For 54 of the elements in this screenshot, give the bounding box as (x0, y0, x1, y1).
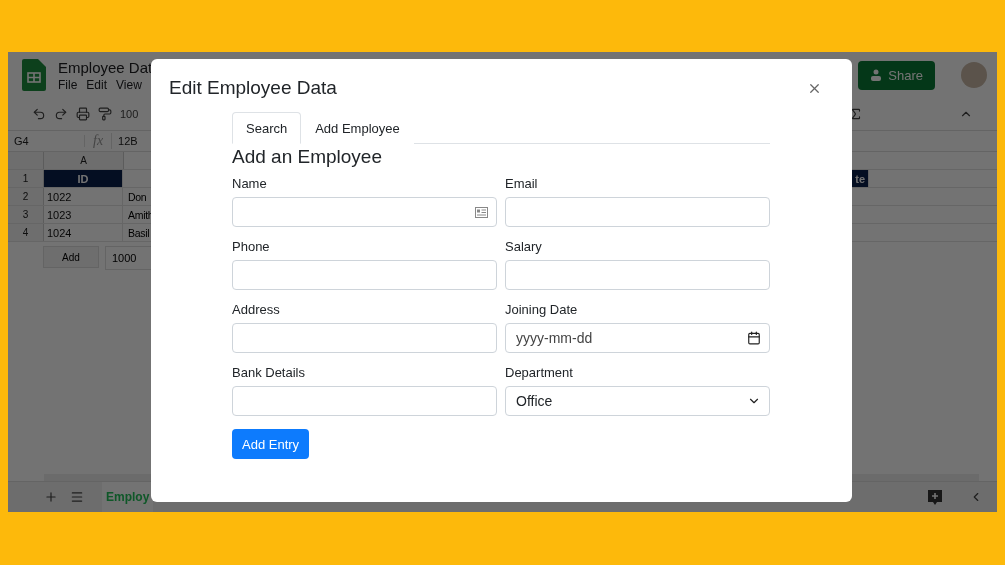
add-entry-button[interactable]: Add Entry (232, 429, 310, 459)
field-label: Bank Details (232, 365, 306, 380)
header-cell: ID (44, 170, 123, 187)
table-cell-text: Basil (127, 226, 150, 239)
row-number: 4 (8, 224, 44, 241)
field-label: Phone (232, 239, 271, 254)
menu-item[interactable]: File (58, 77, 78, 92)
tab[interactable]: Search (232, 112, 302, 144)
add-sheet-icon[interactable] (44, 490, 58, 504)
row-number: 1 (8, 170, 44, 187)
department-select[interactable]: Office (505, 386, 770, 416)
date-input[interactable]: yyyy-mm-dd (516, 330, 747, 346)
date-field[interactable]: yyyy-mm-dd (505, 323, 770, 353)
input-field[interactable] (505, 260, 770, 290)
redo-icon[interactable] (54, 107, 68, 121)
table-cell: 1023 (44, 206, 123, 223)
row-number: 3 (8, 206, 44, 223)
field-label: Email (505, 176, 539, 191)
dialog-title: Edit Employee Data (169, 77, 337, 99)
form-heading: Add an Employee (232, 146, 383, 168)
field-label: Department (505, 365, 574, 380)
field-label: Salary (505, 239, 543, 254)
share-button[interactable]: Share (858, 60, 935, 90)
table-cell: 1022 (44, 188, 123, 205)
sum-icon[interactable] (849, 107, 863, 121)
input-field[interactable] (232, 323, 497, 353)
add-button[interactable]: Add (43, 246, 99, 268)
column-header: A (44, 152, 124, 169)
paint-format-icon[interactable] (98, 107, 112, 121)
document-title: Employee Dat (58, 58, 154, 76)
input-field[interactable] (505, 197, 770, 227)
contact-card-icon[interactable] (475, 206, 488, 218)
input-field[interactable] (232, 386, 497, 416)
field-label: Joining Date (505, 302, 579, 317)
print-icon[interactable] (76, 107, 90, 121)
avatar (961, 62, 987, 88)
table-cell: 1024 (44, 224, 123, 241)
field-label: Name (232, 176, 268, 191)
formula-text: 12B (117, 135, 138, 147)
undo-icon[interactable] (32, 107, 46, 121)
field-label: Address (232, 302, 281, 317)
input-field[interactable] (232, 260, 497, 290)
sheets-logo (22, 59, 46, 91)
row-number: 2 (8, 188, 44, 205)
menu-item[interactable]: View (116, 77, 142, 92)
table-cell-text: Don (127, 190, 147, 203)
input-field[interactable] (232, 197, 497, 227)
explore-icon[interactable] (927, 488, 943, 506)
sheet-list-icon[interactable] (70, 490, 84, 504)
zoom-level[interactable]: 100 (120, 108, 139, 120)
person-icon (870, 68, 883, 82)
calendar-icon[interactable] (747, 331, 761, 345)
menu-item[interactable]: Edit (86, 77, 108, 92)
cell-reference[interactable]: G4 (8, 135, 85, 147)
